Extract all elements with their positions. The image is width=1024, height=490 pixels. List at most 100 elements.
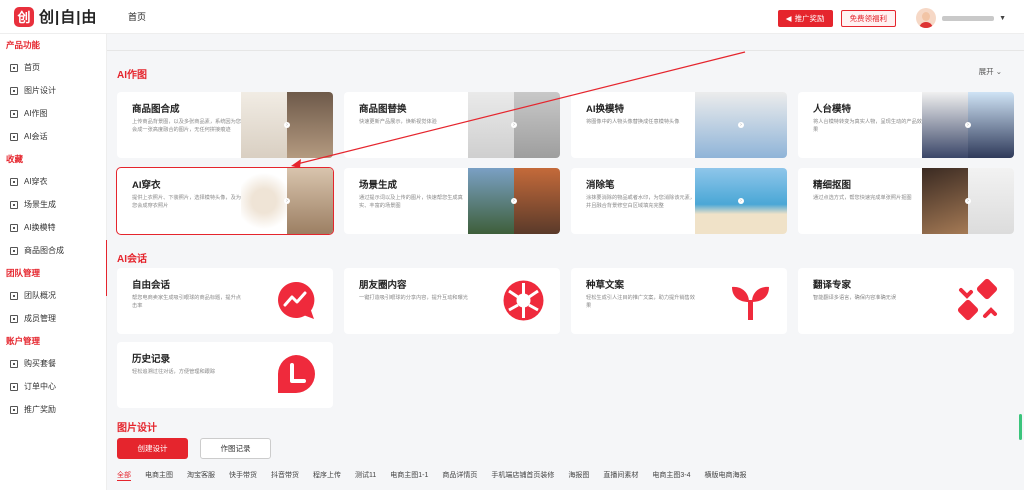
card-title: 精细抠图 — [813, 180, 852, 191]
tab-category[interactable]: 手机端店铺首页装修 — [491, 470, 554, 481]
logo-badge: 创 — [14, 6, 34, 27]
top-header: 创 创|自|由 首页 ◀ 推广奖励 免费领福利 ▼ — [0, 0, 1024, 34]
card-desc: 通过提示词以及上传的图片，快速帮您生成真实、丰富的场景图 — [359, 195, 463, 209]
tab-category[interactable]: 测试11 — [355, 470, 376, 481]
promo-reward-label: 推广奖励 — [794, 13, 825, 23]
sidebar-item-promo[interactable]: 推广奖励 — [0, 398, 106, 421]
scene-icon — [10, 200, 18, 209]
sidebar-item-image-design[interactable]: 图片设计 — [0, 79, 106, 102]
card-model-swap[interactable]: AI换模特 将图像中的人物头像替换成任意模特头像 › — [571, 92, 787, 158]
avatar[interactable] — [916, 8, 937, 28]
tab-category[interactable]: 程序上传 — [313, 470, 341, 481]
tab-category[interactable]: 横版电商海报 — [705, 470, 747, 481]
divider — [107, 50, 1024, 51]
sidebar-item-home[interactable]: 首页 — [0, 56, 106, 79]
sidebar-item-model-swap[interactable]: AI换模特 — [0, 216, 106, 239]
sidebar: 产品功能 首页 图片设计 AI作图 AI会话 收藏 AI穿衣 场景生成 AI换模… — [0, 34, 107, 490]
card-eraser[interactable]: 消除笔 涂抹要消除的物品或者水印，为您消除该元素，并且融合背景修空白区域填充完整… — [571, 168, 787, 234]
expand-toggle[interactable]: 展开 ⌄ — [979, 66, 1002, 77]
card-desc: 将人台模特转变为真实人物，呈现生动的产品效果 — [813, 119, 922, 133]
card-fine-cutout[interactable]: 精细抠图 通过点选方式，帮您快速完成单张照片抠图 › — [798, 168, 1014, 234]
shutter-icon — [503, 280, 544, 321]
model-icon — [10, 223, 18, 232]
card-desc: 快速更新产品展示，焕新视觉体验 — [359, 119, 437, 125]
swap-arrow-icon: › — [965, 122, 971, 128]
section-title-ai-chat: AI会话 — [117, 254, 147, 265]
scrollbar-indicator[interactable] — [1019, 414, 1022, 440]
chat-icon — [10, 132, 18, 141]
page-title: 首页 — [128, 12, 147, 22]
chevron-down-icon[interactable]: ▼ — [999, 15, 1006, 22]
create-design-button[interactable]: 创建设计 — [117, 438, 188, 459]
card-history[interactable]: 历史记录 轻松追溯过往对话，方便管理和跟踪 — [117, 342, 333, 408]
tab-category[interactable]: 电商主图 — [145, 470, 173, 481]
design-records-button[interactable]: 作图记录 — [200, 438, 271, 459]
card-title: 种草文案 — [586, 280, 625, 291]
order-icon — [10, 382, 18, 391]
card-title: 朋友圈内容 — [359, 280, 407, 291]
sidebar-item-scene[interactable]: 场景生成 — [0, 193, 106, 216]
card-translation-expert[interactable]: 翻译专家 智能翻译多语言，确保内容准确无误 — [798, 268, 1014, 334]
card-desc: 帮您电商卖家生成吸引眼球的商品标题，提升点击率 — [132, 295, 241, 309]
tab-category[interactable]: 海报图 — [568, 470, 589, 481]
card-free-chat[interactable]: 自由会话 帮您电商卖家生成吸引眼球的商品标题，提升点击率 — [117, 268, 333, 334]
card-seeding-copy[interactable]: 种草文案 轻松生成引人注目的推广文案，助力提升销售效果 — [571, 268, 787, 334]
tab-category[interactable]: 抖音带货 — [271, 470, 299, 481]
card-title: 自由会话 — [132, 280, 171, 291]
card-title: 场景生成 — [359, 180, 398, 191]
design-category-tabs: 全部 电商主图 淘宝客服 快手带货 抖音带货 程序上传 测试11 电商主图1-1… — [117, 470, 747, 481]
history-icon — [277, 355, 315, 393]
card-title: AI换模特 — [586, 104, 625, 115]
swap-arrow-icon: › — [511, 122, 517, 128]
sidebar-item-ai-dress[interactable]: AI穿衣 — [0, 170, 106, 193]
sidebar-item-team-overview[interactable]: 团队概况 — [0, 284, 106, 307]
sidebar-item-ai-draw[interactable]: AI作图 — [0, 102, 106, 125]
sidebar-item-orders[interactable]: 订单中心 — [0, 375, 106, 398]
card-title: 翻译专家 — [813, 280, 852, 291]
logo-text: 创|自|由 — [39, 9, 98, 26]
swap-arrow-icon: › — [284, 198, 290, 204]
promo-reward-button[interactable]: ◀ 推广奖励 — [777, 9, 833, 27]
swap-arrow-icon: › — [284, 122, 290, 128]
card-mannequin-model[interactable]: 人台模特 将人台模特转变为真实人物，呈现生动的产品效果 › — [798, 92, 1014, 158]
tab-category[interactable]: 直播间素材 — [603, 470, 638, 481]
tab-category[interactable]: 电商主图1-1 — [390, 470, 428, 481]
card-product-replace[interactable]: 商品图替换 快速更新产品展示，焕新视觉体验 › — [344, 92, 560, 158]
cart-icon — [10, 359, 18, 368]
swap-arrow-icon: › — [511, 198, 517, 204]
sidebar-item-ai-chat[interactable]: AI会话 — [0, 125, 106, 148]
card-ai-dress[interactable]: AI穿衣 提供上衣照片、下装照片，选择模特头像，及为您会成穿衣照片 › — [116, 167, 334, 235]
sidebar-group-title: 账户管理 — [6, 336, 41, 346]
card-desc: 轻松追溯过往对话，方便管理和跟踪 — [132, 369, 216, 375]
swap-arrow-icon: › — [738, 122, 744, 128]
card-product-compose[interactable]: 商品图合成 上传商品背景图，以及多张商品素，系统因为您会成一张高度融合的图片，无… — [117, 92, 333, 158]
members-icon — [10, 314, 18, 323]
tab-category[interactable]: 快手带货 — [229, 470, 257, 481]
team-icon — [10, 291, 18, 300]
sidebar-item-buy-plan[interactable]: 购买套餐 — [0, 352, 106, 375]
card-moments-content[interactable]: 朋友圈内容 一键打造吸引眼球的分享内容，提升互动和曝光 — [344, 268, 560, 334]
section-title-design: 图片设计 — [117, 423, 157, 434]
card-desc: 提供上衣照片、下装照片，选择模特头像，及为您会成穿衣照片 — [132, 195, 241, 209]
card-desc: 轻松生成引人注目的推广文案，助力提升销售效果 — [586, 295, 695, 309]
tab-category[interactable]: 商品详情页 — [442, 470, 477, 481]
tab-category[interactable]: 淘宝客服 — [187, 470, 215, 481]
card-desc: 涂抹要消除的物品或者水印，为您消除该元素，并且融合背景修空白区域填充完整 — [586, 195, 695, 209]
logo[interactable]: 创 创|自|由 — [14, 6, 110, 27]
tab-category[interactable]: 电商主图3-4 — [652, 470, 690, 481]
username-blurred[interactable] — [942, 15, 995, 21]
card-title: 消除笔 — [586, 180, 615, 191]
sidebar-group-title: 收藏 — [6, 154, 24, 164]
main-content: AI作图 展开 ⌄ 商品图合成 上传商品背景图，以及多张商品素，系统因为您会成一… — [107, 34, 1024, 490]
card-title: AI穿衣 — [132, 180, 161, 191]
dress-icon — [10, 177, 18, 186]
sprout-icon — [732, 286, 769, 320]
sidebar-item-product-compose[interactable]: 商品图合成 — [0, 239, 106, 262]
free-coupon-button[interactable]: 免费领福利 — [840, 9, 897, 27]
sidebar-item-members[interactable]: 成员管理 — [0, 307, 106, 330]
translate-icon — [957, 278, 998, 321]
card-title: 商品图替换 — [359, 104, 407, 115]
card-title: 人台模特 — [813, 104, 852, 115]
tab-all[interactable]: 全部 — [117, 470, 131, 481]
card-scene-generate[interactable]: 场景生成 通过提示词以及上传的图片，快速帮您生成真实、丰富的场景图 › — [344, 168, 560, 234]
